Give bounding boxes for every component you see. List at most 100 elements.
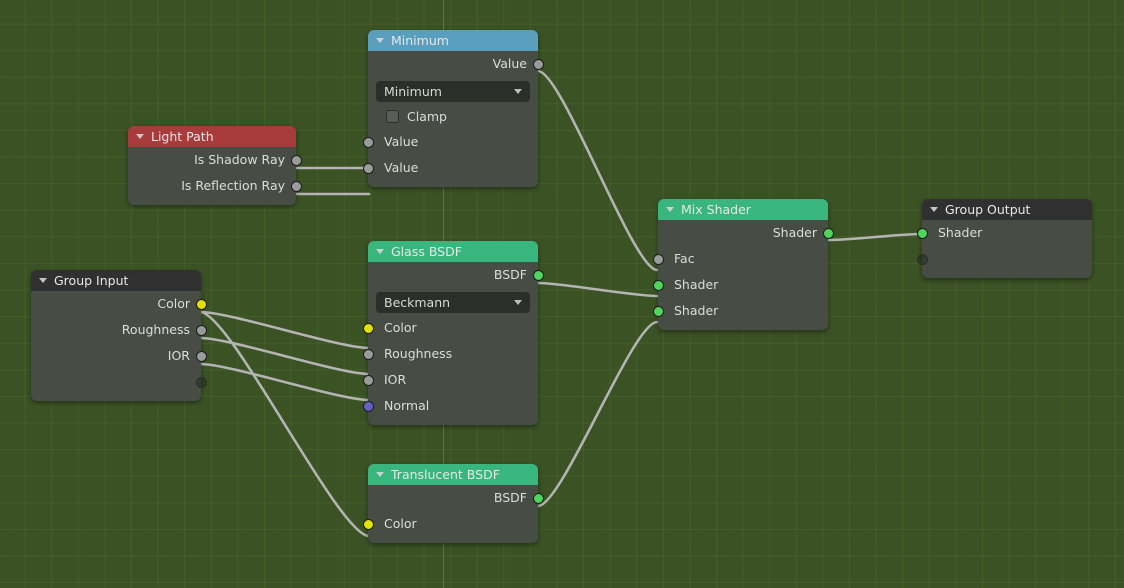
node-body-translucent-bsdf: BSDF Color (362, 485, 544, 543)
node-output-label: Is Shadow Ray (194, 152, 285, 167)
node-header-light-path[interactable]: Light Path (128, 126, 296, 147)
node-output-row (31, 369, 207, 395)
node-body-light-path: Is Shadow Ray Is Reflection Ray (128, 147, 302, 205)
node-title: Translucent BSDF (391, 467, 500, 482)
node-link[interactable] (826, 232, 924, 242)
node-header-group-input[interactable]: Group Input (31, 270, 201, 291)
node-input-row: Value (362, 155, 538, 181)
node-output-row: Is Shadow Ray (128, 147, 302, 173)
collapse-triangle-icon[interactable] (930, 207, 938, 212)
node-bottom-padding (658, 324, 828, 330)
node-link[interactable] (198, 310, 371, 538)
collapse-triangle-icon[interactable] (136, 134, 144, 139)
node-checkbox-row-minimum[interactable]: Clamp (368, 104, 538, 129)
node-mix-shader[interactable]: Mix Shader Shader Fac Shader Shader (652, 199, 834, 330)
node-output-row: Value (368, 51, 544, 77)
node-output-label: Value (492, 56, 527, 71)
socket-input-shader[interactable] (652, 279, 664, 291)
node-dropdown-minimum[interactable]: Minimum (376, 81, 530, 102)
node-header-translucent-bsdf[interactable]: Translucent BSDF (368, 464, 538, 485)
node-link[interactable] (536, 69, 659, 272)
socket-input-roughness[interactable] (362, 348, 374, 360)
node-title: Group Input (54, 273, 129, 288)
node-body-glass-bsdf: BSDF Beckmann Color Roughness IOR Normal (362, 262, 544, 425)
socket-output-value[interactable] (532, 58, 544, 70)
checkbox-label: Clamp (407, 109, 447, 124)
node-input-row: Shader (652, 298, 828, 324)
node-input-row: Shader (916, 220, 1092, 246)
socket-output-empty[interactable] (195, 376, 207, 388)
node-input-row: IOR (362, 367, 538, 393)
socket-input-color[interactable] (362, 518, 374, 530)
node-output-label: Is Reflection Ray (181, 178, 285, 193)
node-output-label: IOR (167, 348, 190, 363)
socket-output-bsdf[interactable] (532, 269, 544, 281)
dropdown-value: Minimum (384, 84, 442, 99)
node-bottom-padding (368, 181, 538, 187)
socket-output-shader[interactable] (822, 227, 834, 239)
socket-output-color[interactable] (195, 298, 207, 310)
socket-input-empty[interactable] (916, 253, 928, 265)
node-input-label: IOR (384, 372, 407, 387)
node-bottom-padding (368, 419, 538, 425)
node-link[interactable] (198, 310, 371, 350)
node-input-label: Color (384, 516, 417, 531)
node-input-label: Value (384, 160, 419, 175)
dropdown-value: Beckmann (384, 295, 451, 310)
collapse-triangle-icon[interactable] (666, 207, 674, 212)
node-title: Mix Shader (681, 202, 751, 217)
node-output-row: Shader (658, 220, 834, 246)
socket-input-color[interactable] (362, 322, 374, 334)
node-dropdown-glass-bsdf[interactable]: Beckmann (376, 292, 530, 313)
chevron-down-icon (514, 300, 522, 305)
socket-input-shader[interactable] (652, 305, 664, 317)
node-light-path[interactable]: Light Path Is Shadow Ray Is Reflection Ray (128, 126, 302, 205)
node-editor-canvas[interactable]: Light Path Is Shadow Ray Is Reflection Ray… (0, 0, 1124, 588)
socket-output-ior[interactable] (195, 350, 207, 362)
node-body-group-output: Shader (916, 220, 1092, 278)
node-link[interactable] (198, 336, 371, 376)
socket-output-is-reflection-ray[interactable] (290, 180, 302, 192)
node-bottom-padding (128, 199, 296, 205)
node-group-output[interactable]: Group Output Shader (916, 199, 1092, 278)
node-input-row: Normal (362, 393, 538, 419)
node-group-input[interactable]: Group Input Color Roughness IOR (31, 270, 207, 401)
collapse-triangle-icon[interactable] (376, 38, 384, 43)
node-output-label: Color (157, 296, 190, 311)
node-link[interactable] (198, 362, 371, 402)
socket-output-roughness[interactable] (195, 324, 207, 336)
collapse-triangle-icon[interactable] (376, 249, 384, 254)
node-input-row: Roughness (362, 341, 538, 367)
node-header-glass-bsdf[interactable]: Glass BSDF (368, 241, 538, 262)
node-output-label: BSDF (493, 490, 527, 505)
collapse-triangle-icon[interactable] (39, 278, 47, 283)
node-title: Light Path (151, 129, 214, 144)
socket-input-value[interactable] (362, 136, 374, 148)
node-link[interactable] (536, 281, 659, 298)
node-input-label: Shader (674, 303, 719, 318)
collapse-triangle-icon[interactable] (376, 472, 384, 477)
node-input-row (916, 246, 1092, 272)
node-input-label: Value (384, 134, 419, 149)
node-input-label: Shader (674, 277, 719, 292)
socket-input-shader[interactable] (916, 227, 928, 239)
socket-output-is-shadow-ray[interactable] (290, 154, 302, 166)
checkbox-icon[interactable] (386, 110, 399, 123)
node-link[interactable] (536, 320, 659, 508)
node-input-label: Color (384, 320, 417, 335)
node-input-row: Fac (652, 246, 828, 272)
node-title: Group Output (945, 202, 1031, 217)
node-header-mix-shader[interactable]: Mix Shader (658, 199, 828, 220)
node-translucent-bsdf[interactable]: Translucent BSDF BSDF Color (362, 464, 544, 543)
node-bottom-padding (922, 272, 1092, 278)
socket-output-bsdf[interactable] (532, 492, 544, 504)
socket-input-fac[interactable] (652, 253, 664, 265)
socket-input-value[interactable] (362, 162, 374, 174)
node-minimum[interactable]: Minimum Value Minimum Clamp Value Value (362, 30, 544, 187)
node-glass-bsdf[interactable]: Glass BSDF BSDF Beckmann Color Roughness IOR N… (362, 241, 544, 425)
socket-input-normal[interactable] (362, 400, 374, 412)
node-header-minimum[interactable]: Minimum (368, 30, 538, 51)
socket-input-ior[interactable] (362, 374, 374, 386)
node-header-group-output[interactable]: Group Output (922, 199, 1092, 220)
node-input-label: Roughness (384, 346, 453, 361)
